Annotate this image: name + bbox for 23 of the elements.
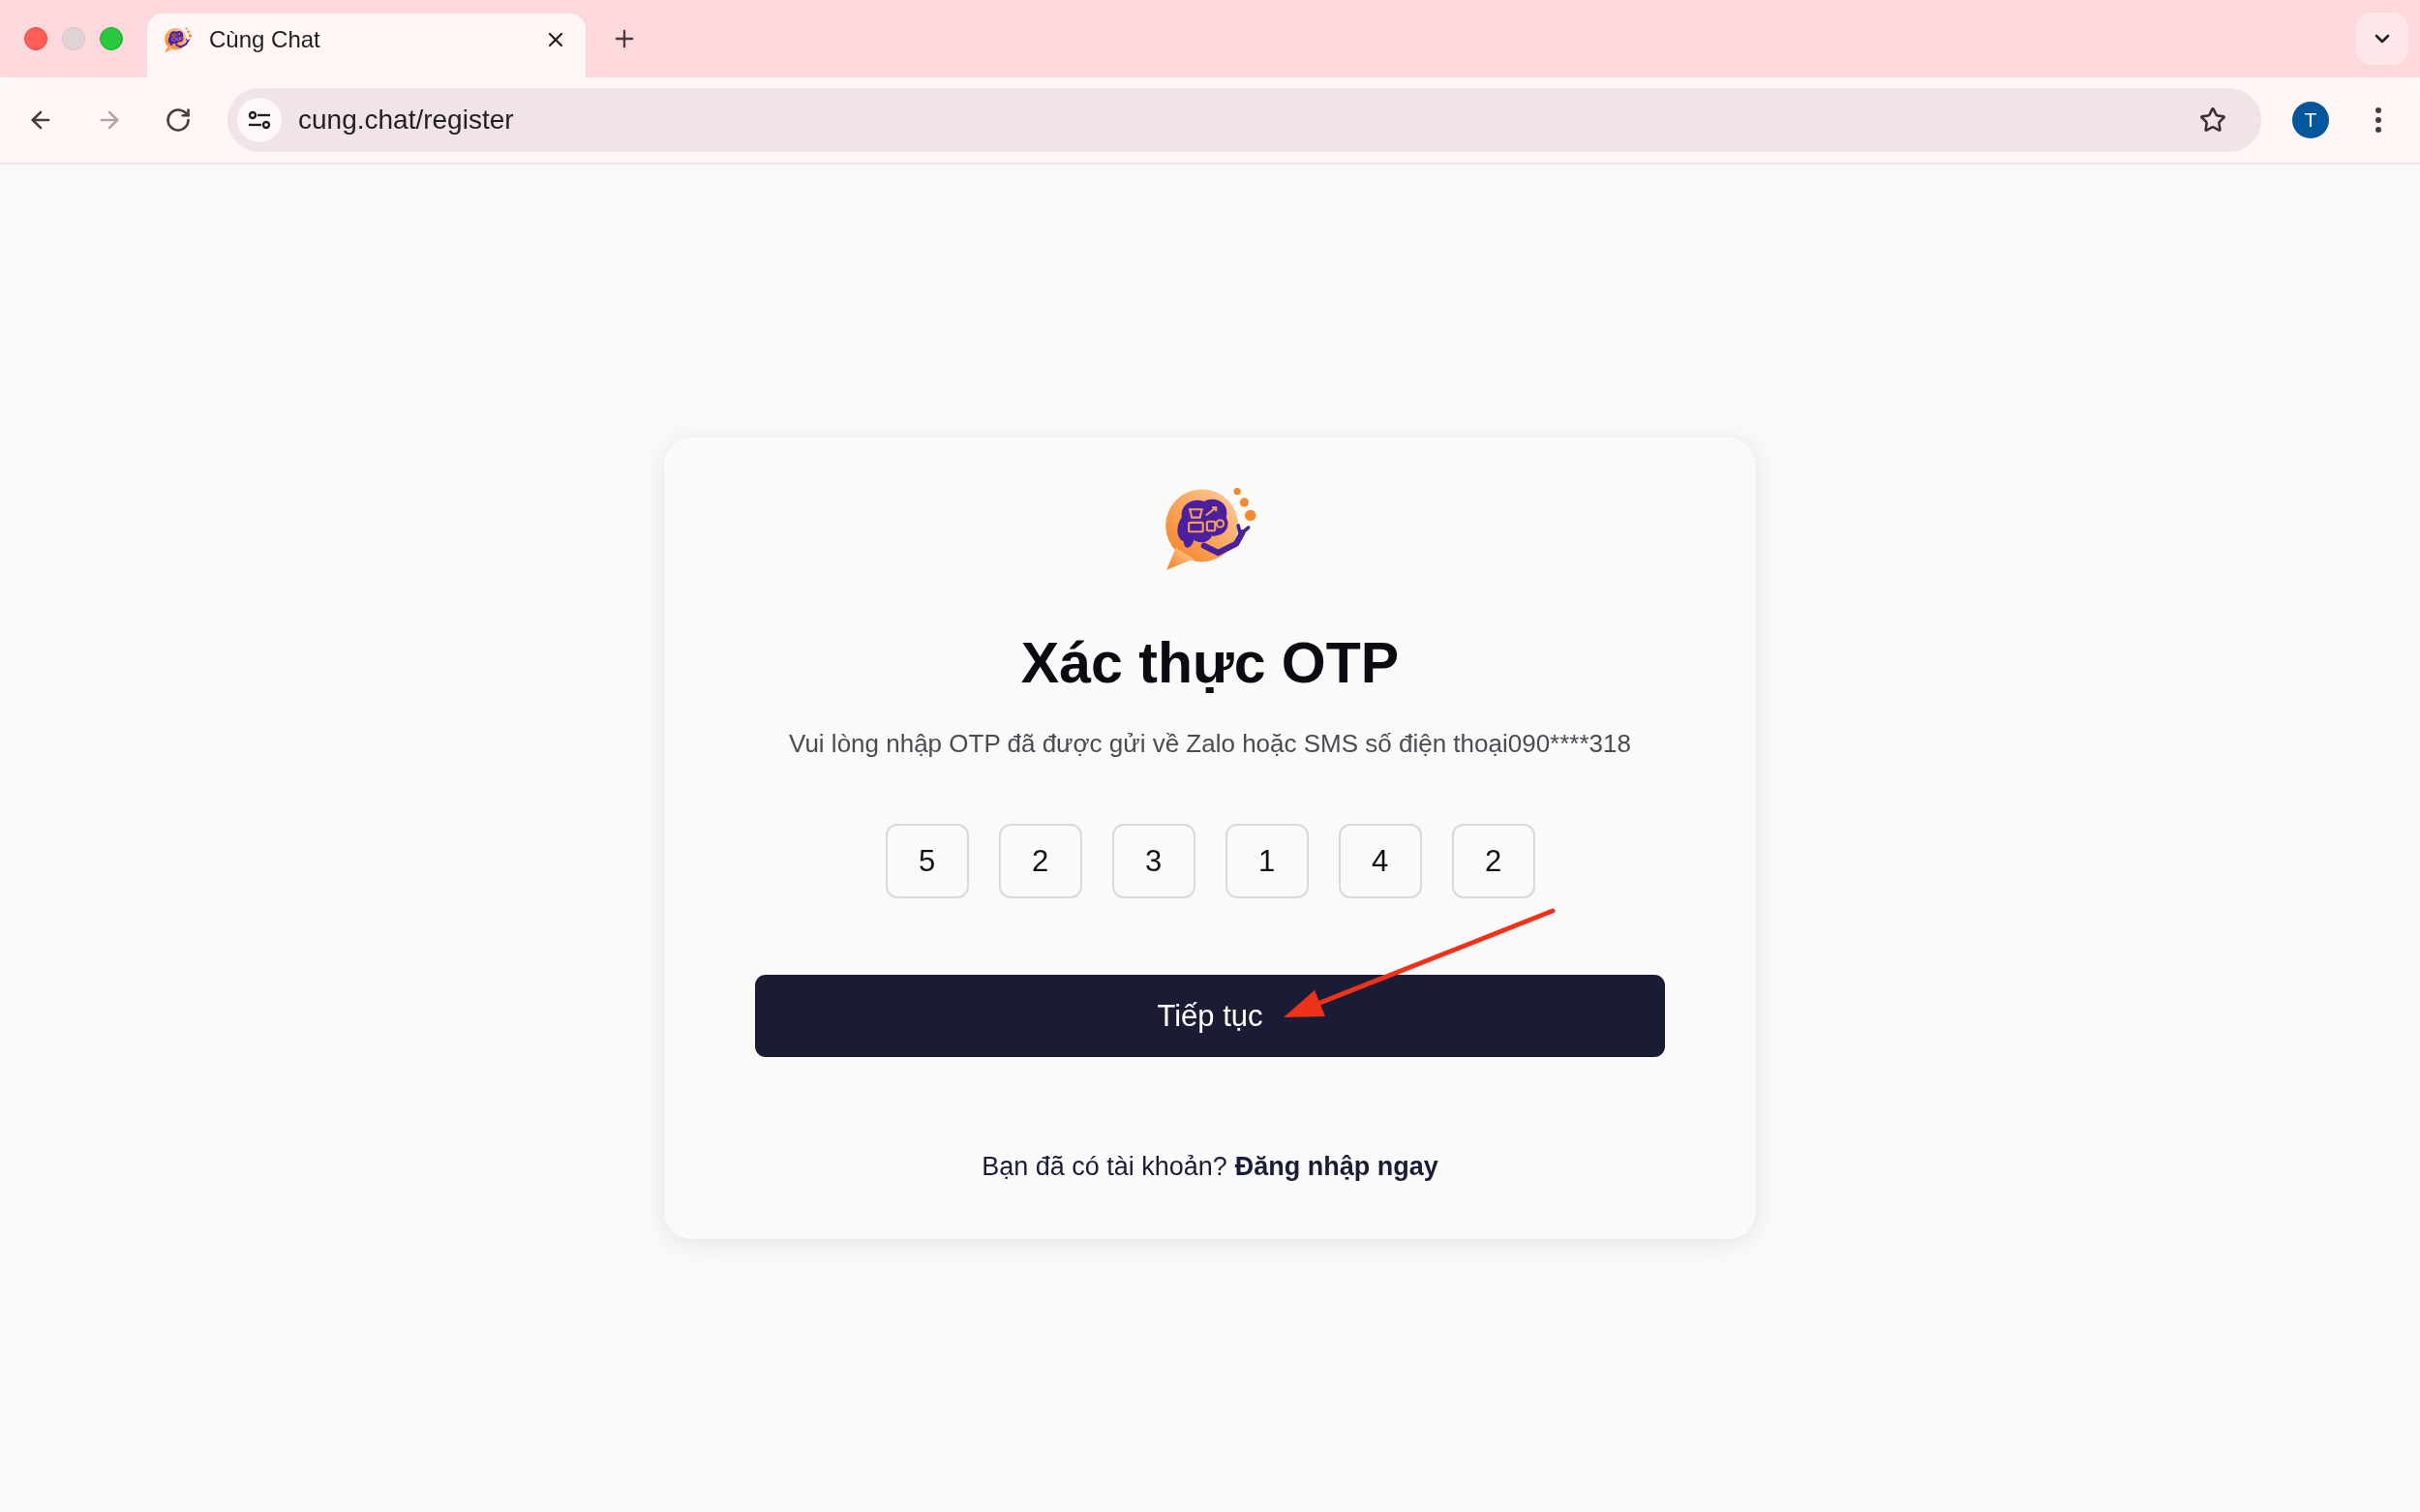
continue-button[interactable]: Tiếp tục — [755, 975, 1665, 1057]
otp-digit-field[interactable]: 1 — [1225, 824, 1309, 898]
url-text: cung.chat/register — [298, 105, 515, 136]
otp-digit-field[interactable]: 2 — [1451, 824, 1535, 898]
page-title: Xác thực OTP — [1020, 631, 1400, 695]
site-info-button[interactable] — [237, 98, 282, 142]
otp-digit-field[interactable]: 2 — [998, 824, 1082, 898]
tab-title: Cùng Chat — [209, 25, 321, 53]
otp-digit-field[interactable]: 3 — [1111, 824, 1195, 898]
star-icon — [2199, 106, 2226, 134]
otp-digit-field[interactable]: 4 — [1338, 824, 1422, 898]
profile-avatar[interactable]: T — [2292, 102, 2329, 138]
address-bar[interactable]: cung.chat/register — [227, 88, 2261, 152]
sliders-icon — [248, 110, 271, 130]
login-link[interactable]: Đăng nhập ngay — [1234, 1150, 1438, 1183]
reload-icon — [165, 106, 192, 134]
chat-bubble-icon — [164, 26, 193, 52]
instructions-text: Vui lòng nhập OTP đã được gửi về Zalo hoặc SMS số điện thoại090****318 — [789, 728, 1631, 760]
login-prompt: Bạn đã có tài khoản? — [982, 1151, 1227, 1183]
window-close-button[interactable] — [24, 27, 47, 50]
otp-digit-field[interactable]: 5 — [885, 824, 969, 898]
browser-tab[interactable]: Cùng Chat — [147, 14, 586, 77]
more-icon — [2375, 107, 2381, 133]
